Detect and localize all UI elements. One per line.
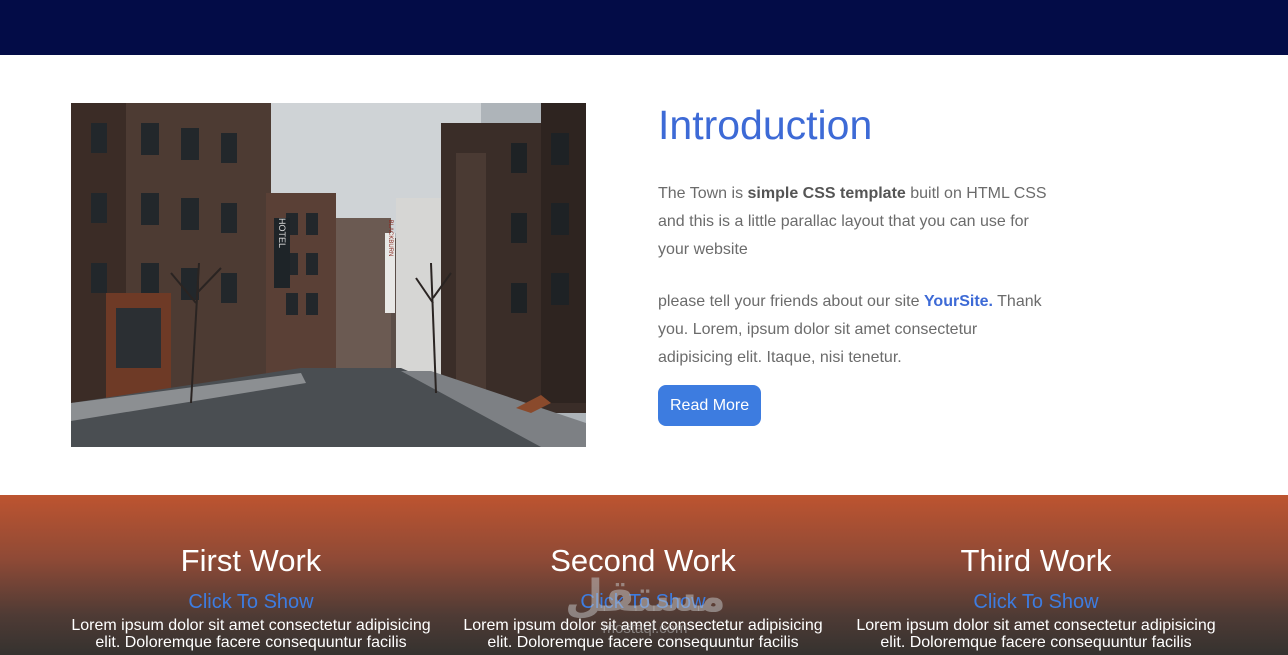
blackburn-sign: BLACKBURN: [387, 220, 393, 257]
work-card-first: First Work Click To Show Lorem ipsum dol…: [65, 495, 437, 651]
intro-section: Introduction The Town is simple CSS temp…: [658, 100, 1048, 426]
intro-p2-text: please tell your friends about our site: [658, 293, 924, 310]
work-description: Lorem ipsum dolor sit amet consectetur a…: [856, 617, 1216, 651]
hotel-sign: HOTEL: [277, 218, 287, 248]
intro-image: HOTEL BLACKBURN: [71, 103, 586, 447]
street-photo: HOTEL BLACKBURN: [71, 103, 586, 447]
work-title: First Work: [180, 543, 322, 578]
site-link[interactable]: YourSite.: [924, 293, 993, 310]
intro-paragraph-1: The Town is simple CSS template buitl on…: [658, 180, 1048, 264]
click-to-show-link[interactable]: Click To Show: [850, 590, 1222, 614]
click-to-show-link[interactable]: Click To Show: [65, 590, 437, 614]
intro-p1-bold: simple CSS template: [747, 185, 906, 202]
work-description: Lorem ipsum dolor sit amet consectetur a…: [71, 617, 431, 651]
mostaql-watermark: مستقل mostaql.com: [565, 571, 726, 645]
read-more-button[interactable]: Read More: [658, 385, 762, 426]
intro-p1-text: The Town is: [658, 185, 748, 202]
watermark-arabic: مستقل: [565, 571, 726, 622]
intro-paragraph-2: please tell your friends about our site …: [658, 288, 1048, 372]
work-card-third: Third Work Click To Show Lorem ipsum dol…: [850, 495, 1222, 651]
work-title: Third Work: [960, 543, 1112, 578]
intro-title: Introduction: [658, 102, 873, 148]
watermark-latin: mostaql.com: [602, 620, 688, 637]
top-navbar: [0, 0, 1288, 55]
